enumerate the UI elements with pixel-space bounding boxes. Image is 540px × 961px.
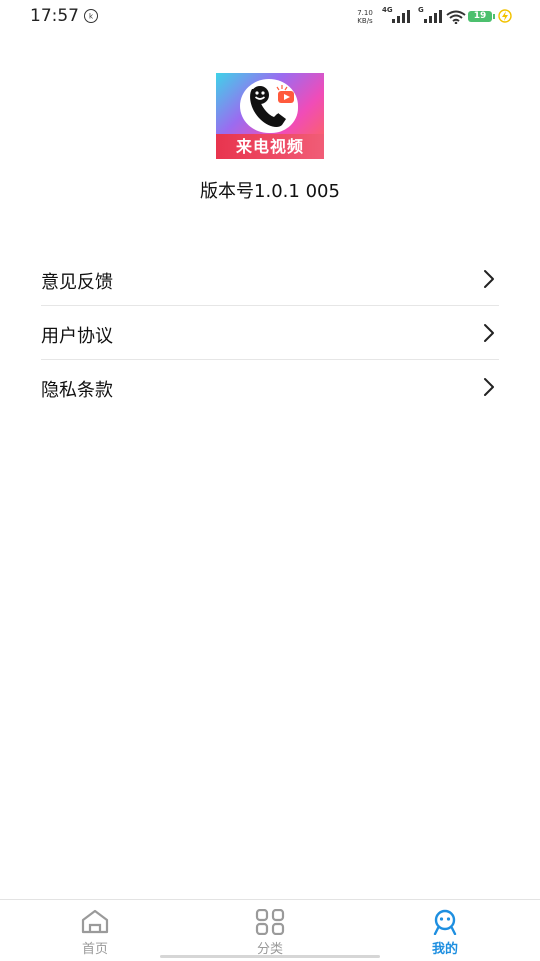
menu-item-label: 隐私条款 xyxy=(41,380,113,401)
sim2-network-label: G xyxy=(418,6,424,14)
app-logo: 来电视频 xyxy=(216,73,324,159)
battery-indicator: 19 xyxy=(468,11,492,22)
wifi-icon xyxy=(446,10,466,24)
svg-text:k: k xyxy=(89,13,94,21)
chevron-right-icon xyxy=(484,378,494,396)
status-bar: 17:57 k 7.10 KB/s 4G G 19 xyxy=(0,0,540,34)
menu-item-label: 用户协议 xyxy=(41,326,113,347)
network-speed: 7.10 KB/s xyxy=(354,9,376,25)
menu-item-user-agreement[interactable]: 用户协议 xyxy=(41,306,499,360)
version-label: 版本号1.0.1 005 xyxy=(200,181,340,202)
status-time: 17:57 xyxy=(30,6,79,26)
chevron-right-icon xyxy=(484,270,494,288)
home-indicator xyxy=(160,955,380,958)
logo-title: 来电视频 xyxy=(216,134,324,159)
bottom-tab-bar: 首页 分类 我的 xyxy=(0,899,540,961)
tab-home[interactable]: 首页 xyxy=(5,900,185,961)
menu-item-label: 意见反馈 xyxy=(41,272,113,293)
grid-icon xyxy=(255,909,285,935)
home-icon xyxy=(81,909,109,934)
profile-chat-icon xyxy=(433,909,457,935)
hd-icon: k xyxy=(84,9,98,23)
tab-label: 我的 xyxy=(431,942,458,957)
signal-sim2-icon xyxy=(424,10,442,23)
menu-item-privacy-policy[interactable]: 隐私条款 xyxy=(41,360,499,413)
chevron-right-icon xyxy=(484,324,494,342)
tab-label: 首页 xyxy=(81,942,108,957)
signal-sim1-icon xyxy=(392,10,410,23)
network-speed-unit: KB/s xyxy=(357,17,373,25)
tab-category[interactable]: 分类 xyxy=(180,900,360,961)
settings-menu: 意见反馈 用户协议 隐私条款 xyxy=(41,252,499,413)
tab-mine[interactable]: 我的 xyxy=(355,900,535,961)
battery-cap xyxy=(493,14,495,19)
menu-item-feedback[interactable]: 意见反馈 xyxy=(41,252,499,306)
phone-video-icon xyxy=(250,85,294,127)
network-speed-value: 7.10 xyxy=(357,9,373,17)
charging-icon xyxy=(498,9,512,23)
